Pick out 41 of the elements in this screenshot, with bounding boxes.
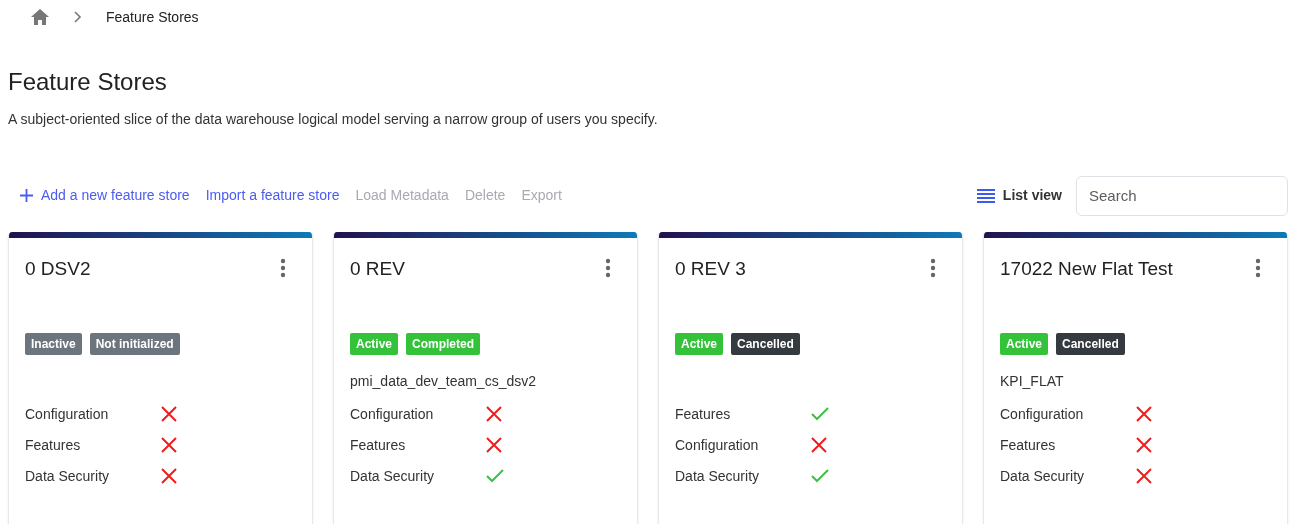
toolbar-link[interactable]: Import a feature store — [205, 185, 340, 207]
page-title: Feature Stores — [8, 68, 168, 97]
check-label: Configuration — [25, 404, 110, 424]
page-description: A subject-oriented slice of the data warehouse logical model serving a narrow group of users you specify. — [8, 109, 659, 129]
check-label: Data Security — [350, 466, 436, 486]
list-view-button[interactable]: List view — [970, 184, 1068, 208]
status-badge: Active — [675, 332, 724, 355]
check-label: Configuration — [675, 435, 760, 455]
check-label: Configuration — [1000, 404, 1085, 424]
card-subtitle: pmi_data_dev_team_cs_dsv2 — [350, 372, 536, 389]
status-badge: Active — [1000, 332, 1049, 355]
more-menu-icon[interactable] — [280, 257, 286, 278]
search-field[interactable]: Search — [1076, 175, 1288, 216]
check-label: Data Security — [675, 466, 761, 486]
check-label: Data Security — [25, 466, 111, 486]
more-menu-icon[interactable] — [1255, 257, 1261, 278]
status-badge: Active — [350, 332, 399, 355]
check-label: Features — [675, 404, 732, 424]
more-menu-icon[interactable] — [930, 257, 936, 278]
card-title: 0 DSV2 — [25, 257, 91, 281]
status-badge: Inactive — [25, 332, 82, 355]
card-title: 0 REV — [350, 257, 405, 281]
more-menu-icon[interactable] — [605, 257, 611, 278]
card-title: 17022 New Flat Test — [1000, 257, 1173, 281]
status-badge: Completed — [406, 332, 481, 355]
check-label: Configuration — [350, 404, 435, 424]
check-label: Features — [350, 435, 407, 455]
breadcrumb-current: Feature Stores — [106, 7, 199, 27]
check-label: Features — [1000, 435, 1057, 455]
toolbar-link[interactable]: Add a new feature store — [20, 185, 190, 207]
status-badge: Not initialized — [89, 332, 180, 355]
list-icon — [976, 188, 995, 203]
card-title: 0 REV 3 — [675, 257, 746, 281]
chevron-icon — [74, 11, 82, 23]
plus-icon — [20, 189, 33, 203]
check-label: Data Security — [1000, 466, 1086, 486]
card-subtitle: KPI_FLAT — [1000, 372, 1064, 389]
status-badge: Cancelled — [731, 332, 800, 355]
check-label: Features — [25, 435, 82, 455]
home-icon[interactable] — [30, 8, 50, 26]
status-badge: Cancelled — [1056, 332, 1125, 355]
